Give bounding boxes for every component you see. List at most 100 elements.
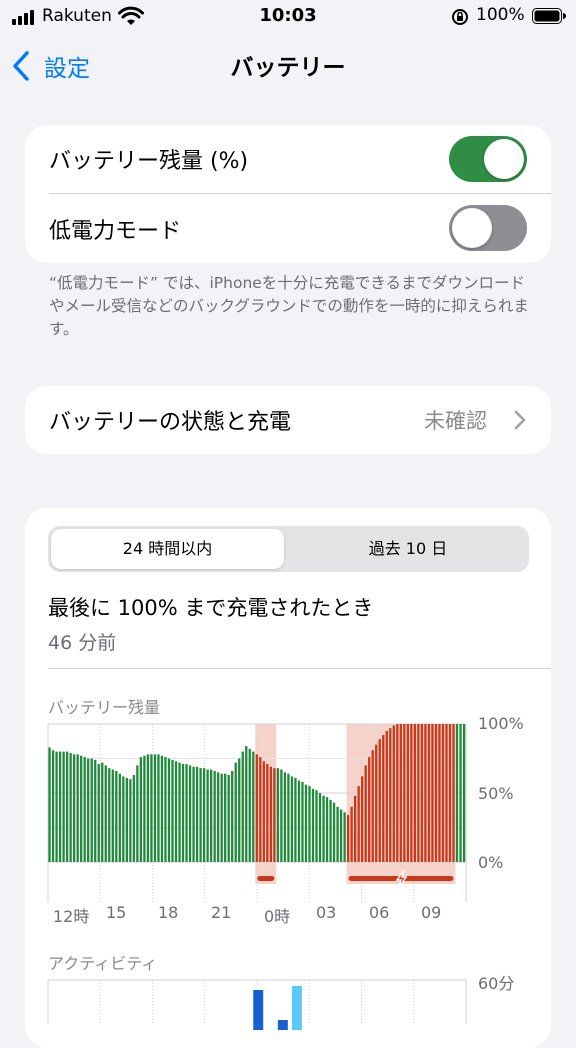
battery-bar [343, 812, 346, 862]
battery-bar [385, 730, 388, 862]
battery-bar [104, 765, 107, 862]
battery-bar [259, 757, 262, 862]
battery-bar [245, 746, 248, 862]
battery-bar [231, 770, 234, 862]
period-segmented-control: 24 時間以内 過去 10 日 [48, 526, 529, 572]
battery-bar [238, 758, 241, 862]
battery-bar [171, 759, 174, 862]
x-tick-label: 18 [158, 903, 179, 922]
battery-bar [174, 761, 178, 862]
battery-bar [434, 724, 438, 862]
x-tick-label: 15 [106, 903, 127, 922]
battery-bar [431, 724, 434, 862]
battery-bar [55, 751, 58, 862]
battery-icon [532, 8, 566, 24]
battery-bar [83, 757, 86, 862]
battery-bar [399, 724, 402, 862]
battery-health-inner: バッテリーの状態と充電 未確認 [25, 386, 551, 454]
battery-percentage-row: バッテリー残量 (%) [25, 125, 551, 193]
tab-10-days[interactable]: 過去 10 日 [290, 526, 526, 572]
x-tick-label: 21 [211, 903, 232, 922]
battery-bar [129, 779, 132, 862]
battery-bar [410, 724, 413, 862]
battery-bar [273, 768, 276, 862]
charging-indicator [257, 876, 275, 881]
battery-bar [389, 728, 392, 862]
battery-bar [455, 724, 459, 862]
battery-bar [167, 758, 171, 862]
battery-bar [287, 773, 290, 862]
battery-bar [318, 793, 322, 862]
battery-bar [76, 754, 79, 862]
battery-health-row[interactable]: バッテリーの状態と充電 未確認 [25, 386, 551, 454]
battery-bar [181, 764, 185, 862]
battery-bar [283, 772, 287, 862]
tab-24-hours[interactable]: 24 時間以内 [51, 526, 284, 572]
battery-bar [220, 773, 223, 862]
battery-bar [357, 786, 360, 862]
battery-bar [58, 751, 62, 862]
battery-bar [266, 764, 269, 862]
charging-shade [255, 724, 277, 884]
activity-chart [47, 979, 467, 1030]
battery-bar [115, 770, 118, 862]
battery-bar [308, 786, 311, 862]
battery-bar [448, 724, 452, 862]
battery-bar [413, 724, 417, 862]
last-charge-time: 46 分前 [48, 632, 117, 654]
battery-bar [332, 802, 336, 862]
x-tick-label: 0時 [264, 907, 291, 926]
y-tick-label: 100% [478, 714, 524, 733]
battery-bar [301, 781, 304, 862]
battery-bar [150, 754, 153, 862]
battery-bar [315, 790, 318, 862]
battery-bar [396, 724, 399, 862]
battery-bar [136, 765, 139, 862]
battery-bar [346, 815, 350, 862]
battery-bar [157, 754, 160, 862]
status-bar: Rakuten 10:03 100% [0, 0, 576, 34]
chevron-right-icon [514, 410, 526, 430]
activity-bar [291, 986, 302, 1030]
battery-bar [350, 806, 353, 862]
battery-bar [146, 754, 150, 862]
battery-bar [252, 751, 255, 862]
battery-bar [262, 761, 265, 862]
battery-bar [48, 747, 51, 862]
battery-bar [199, 768, 202, 862]
last-charge-title: 最後に 100% まで充電されたとき [48, 596, 374, 620]
battery-bar [139, 757, 143, 862]
battery-bar [111, 769, 114, 862]
x-tick-label: 12時 [53, 907, 90, 926]
battery-bar [164, 757, 167, 862]
battery-bar [336, 806, 339, 862]
low-power-mode-toggle[interactable] [449, 205, 527, 251]
battery-level-chart-title: バッテリー残量 [48, 698, 161, 717]
battery-bar [69, 752, 72, 862]
battery-bar [294, 777, 297, 862]
battery-bar [420, 724, 424, 862]
battery-bar [441, 724, 445, 862]
battery-bar [364, 765, 367, 862]
battery-bar [143, 755, 146, 862]
page-title: バッテリー [230, 55, 346, 81]
y-tick-label: 60分 [478, 974, 515, 993]
battery-bar [217, 772, 220, 862]
battery-bar [297, 780, 301, 862]
battery-bar [325, 797, 329, 862]
activity-bar [253, 990, 264, 1030]
battery-bar [255, 754, 258, 862]
battery-bar [125, 777, 128, 862]
battery-bar [206, 769, 209, 862]
battery-percentage-toggle[interactable] [449, 136, 527, 182]
x-tick-label: 03 [316, 903, 337, 922]
activity-bar [277, 1020, 288, 1030]
battery-settings-card: バッテリー残量 (%) 低電力モード [25, 125, 551, 263]
battery-bar [427, 724, 431, 862]
battery-bar [280, 769, 283, 862]
battery-bar [227, 775, 230, 862]
battery-bar [452, 724, 455, 862]
battery-bar [132, 775, 136, 862]
battery-bar [311, 788, 315, 862]
battery-bar [192, 766, 195, 862]
